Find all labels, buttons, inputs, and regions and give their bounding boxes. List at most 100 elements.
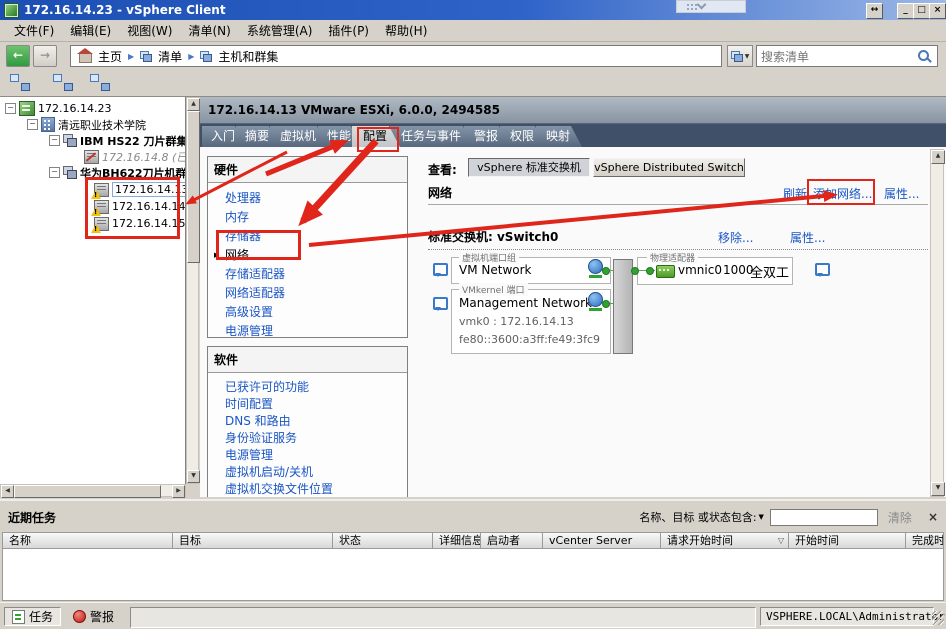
network-globe-icon[interactable]: [588, 259, 603, 274]
minimize-button[interactable]: _: [897, 3, 914, 19]
tree-node-label[interactable]: 清远职业技术学院: [58, 117, 146, 133]
scroll-up-icon[interactable]: ▲: [931, 150, 945, 164]
menu-view[interactable]: 视图(W): [119, 20, 180, 41]
vswitch-properties-link[interactable]: 属性...: [790, 229, 825, 246]
toolbar-maps-icon[interactable]: [90, 74, 110, 91]
tree-expander-icon[interactable]: −: [27, 119, 38, 130]
drag-handle-dots-icon[interactable]: [687, 4, 689, 6]
tree-expander-icon[interactable]: −: [5, 103, 16, 114]
filter-caret-icon[interactable]: ▼: [759, 513, 764, 521]
sw-item-authentication[interactable]: 身份验证服务: [225, 430, 407, 447]
col-vcenter-server[interactable]: vCenter Server: [543, 533, 661, 548]
scroll-left-icon[interactable]: ◀: [1, 485, 14, 498]
hw-item-storage-adapters[interactable]: 存储适配器: [225, 265, 407, 284]
tree-node-label[interactable]: 华为BH622刀片机群集: [80, 165, 186, 181]
tree-node-label[interactable]: 172.16.14.8 (已断: [102, 149, 186, 165]
breadcrumb-hosts-clusters[interactable]: 主机和群集: [218, 48, 278, 65]
tree-node-label[interactable]: 172.16.14.23: [38, 102, 111, 115]
tree-node-host-14[interactable]: 172.16.14.14: [94, 199, 185, 214]
tree-expander-icon[interactable]: −: [49, 167, 60, 178]
tree-node-label[interactable]: 172.16.14.14: [112, 200, 185, 213]
main-vertical-scrollbar[interactable]: ▲ ▼: [930, 149, 944, 497]
network-globe-icon[interactable]: [588, 292, 603, 307]
tasks-filter-input[interactable]: [770, 509, 878, 526]
chevron-down-icon[interactable]: [697, 0, 707, 9]
sw-item-licensed-features[interactable]: 已获许可的功能: [225, 379, 407, 396]
menu-inventory[interactable]: 清单(N): [180, 20, 238, 41]
scroll-right-icon[interactable]: ▶: [172, 485, 185, 498]
menu-file[interactable]: 文件(F): [6, 20, 62, 41]
back-button[interactable]: ←: [6, 45, 30, 67]
tree-node-label[interactable]: IBM HS22 刀片群集: [80, 133, 186, 149]
sw-item-dns-routing[interactable]: DNS 和路由: [225, 413, 407, 430]
maximize-button[interactable]: □: [913, 3, 930, 19]
forward-button[interactable]: →: [33, 45, 57, 67]
close-button[interactable]: ×: [929, 3, 946, 19]
tree-node-host-disconnected[interactable]: 172.16.14.8 (已断: [84, 149, 186, 164]
adapter-note-icon[interactable]: [815, 263, 830, 276]
col-details[interactable]: 详细信息: [433, 533, 481, 548]
vswitch-remove-link[interactable]: 移除...: [718, 229, 753, 246]
tasks-close-icon[interactable]: ×: [928, 510, 938, 524]
tree-node-label-selected[interactable]: 172.16.14.13: [112, 182, 186, 197]
tree-vertical-scrollbar[interactable]: ▲ ▼: [186, 97, 199, 484]
search-scope-button[interactable]: ▼: [727, 45, 753, 67]
vmkernel-note-icon[interactable]: [433, 297, 448, 310]
view-distributed-switch-button[interactable]: vSphere Distributed Switch: [593, 158, 745, 177]
breadcrumb-home[interactable]: 主页: [98, 48, 122, 65]
col-completed[interactable]: 完成时间: [906, 533, 943, 548]
hw-item-memory[interactable]: 内存: [225, 208, 407, 227]
tree-expander-icon[interactable]: −: [49, 135, 60, 146]
tree-horizontal-scrollbar[interactable]: ◀ ▶: [0, 484, 186, 497]
tasks-table-body[interactable]: [2, 549, 944, 601]
col-initiated-by[interactable]: 启动者: [481, 533, 543, 548]
tasks-clear-link[interactable]: 清除: [888, 509, 912, 526]
search-icon[interactable]: [918, 50, 929, 61]
scroll-down-icon[interactable]: ▼: [187, 470, 200, 483]
sw-item-vm-startup-shutdown[interactable]: 虚拟机启动/关机: [225, 464, 407, 481]
tab-maps[interactable]: 映射: [536, 126, 582, 147]
menu-administration[interactable]: 系统管理(A): [239, 20, 321, 41]
scrollbar-thumb[interactable]: [14, 485, 161, 498]
search-input[interactable]: [759, 48, 915, 66]
hw-item-network-adapters[interactable]: 网络适配器: [225, 284, 407, 303]
properties-link[interactable]: 属性...: [884, 185, 919, 202]
sw-item-vm-swapfile[interactable]: 虚拟机交换文件位置: [225, 481, 407, 497]
hw-item-storage[interactable]: 存储器: [225, 227, 407, 246]
tree-node-vcenter[interactable]: − 172.16.14.23: [5, 101, 111, 116]
refresh-link[interactable]: 刷新: [783, 185, 807, 202]
hw-item-advanced-settings[interactable]: 高级设置: [225, 303, 407, 322]
menu-plugins[interactable]: 插件(P): [320, 20, 377, 41]
menu-help[interactable]: 帮助(H): [377, 20, 435, 41]
tree-node-cluster-huawei[interactable]: − 华为BH622刀片机群集: [49, 165, 186, 180]
tree-node-host-15[interactable]: 172.16.14.15: [94, 216, 185, 231]
view-standard-switch-button[interactable]: vSphere 标准交换机: [468, 158, 590, 177]
col-target[interactable]: 目标: [173, 533, 333, 548]
col-status[interactable]: 状态: [333, 533, 433, 548]
capture-tool-overlay[interactable]: [676, 0, 746, 13]
tab-tasks-events[interactable]: 任务与事件: [390, 126, 474, 147]
scroll-down-icon[interactable]: ▼: [931, 482, 945, 496]
breadcrumb-inventory[interactable]: 清单: [158, 48, 182, 65]
hw-item-processors[interactable]: 处理器: [225, 189, 407, 208]
alarms-pane-button[interactable]: 警报: [66, 607, 121, 626]
toolbar-scheduled-tasks-icon[interactable]: [53, 74, 73, 91]
tree-node-host-13[interactable]: 172.16.14.13: [94, 182, 186, 197]
hw-item-networking[interactable]: ▶网络: [225, 246, 407, 265]
sw-item-power-management[interactable]: 电源管理: [225, 447, 407, 464]
tree-node-cluster-ibm[interactable]: − IBM HS22 刀片群集: [49, 133, 186, 148]
col-requested-start[interactable]: 请求开始时间▽: [661, 533, 789, 548]
scrollbar-thumb[interactable]: [187, 111, 200, 263]
tree-node-label[interactable]: 172.16.14.15: [112, 217, 185, 230]
scroll-up-icon[interactable]: ▲: [187, 98, 200, 111]
tasks-pane-button[interactable]: 任务: [4, 607, 61, 626]
port-group-note-icon[interactable]: [433, 263, 448, 276]
col-start-time[interactable]: 开始时间: [789, 533, 906, 548]
hw-item-power-management[interactable]: 电源管理: [225, 322, 407, 338]
tree-node-datacenter[interactable]: − 清远职业技术学院: [27, 117, 146, 132]
vswitch-bar[interactable]: [613, 259, 633, 354]
toolbar-new-inventory-icon[interactable]: [10, 74, 30, 91]
add-networking-link[interactable]: 添加网络...: [813, 185, 872, 202]
sw-item-time-configuration[interactable]: 时间配置: [225, 396, 407, 413]
resize-grip[interactable]: [932, 611, 944, 625]
